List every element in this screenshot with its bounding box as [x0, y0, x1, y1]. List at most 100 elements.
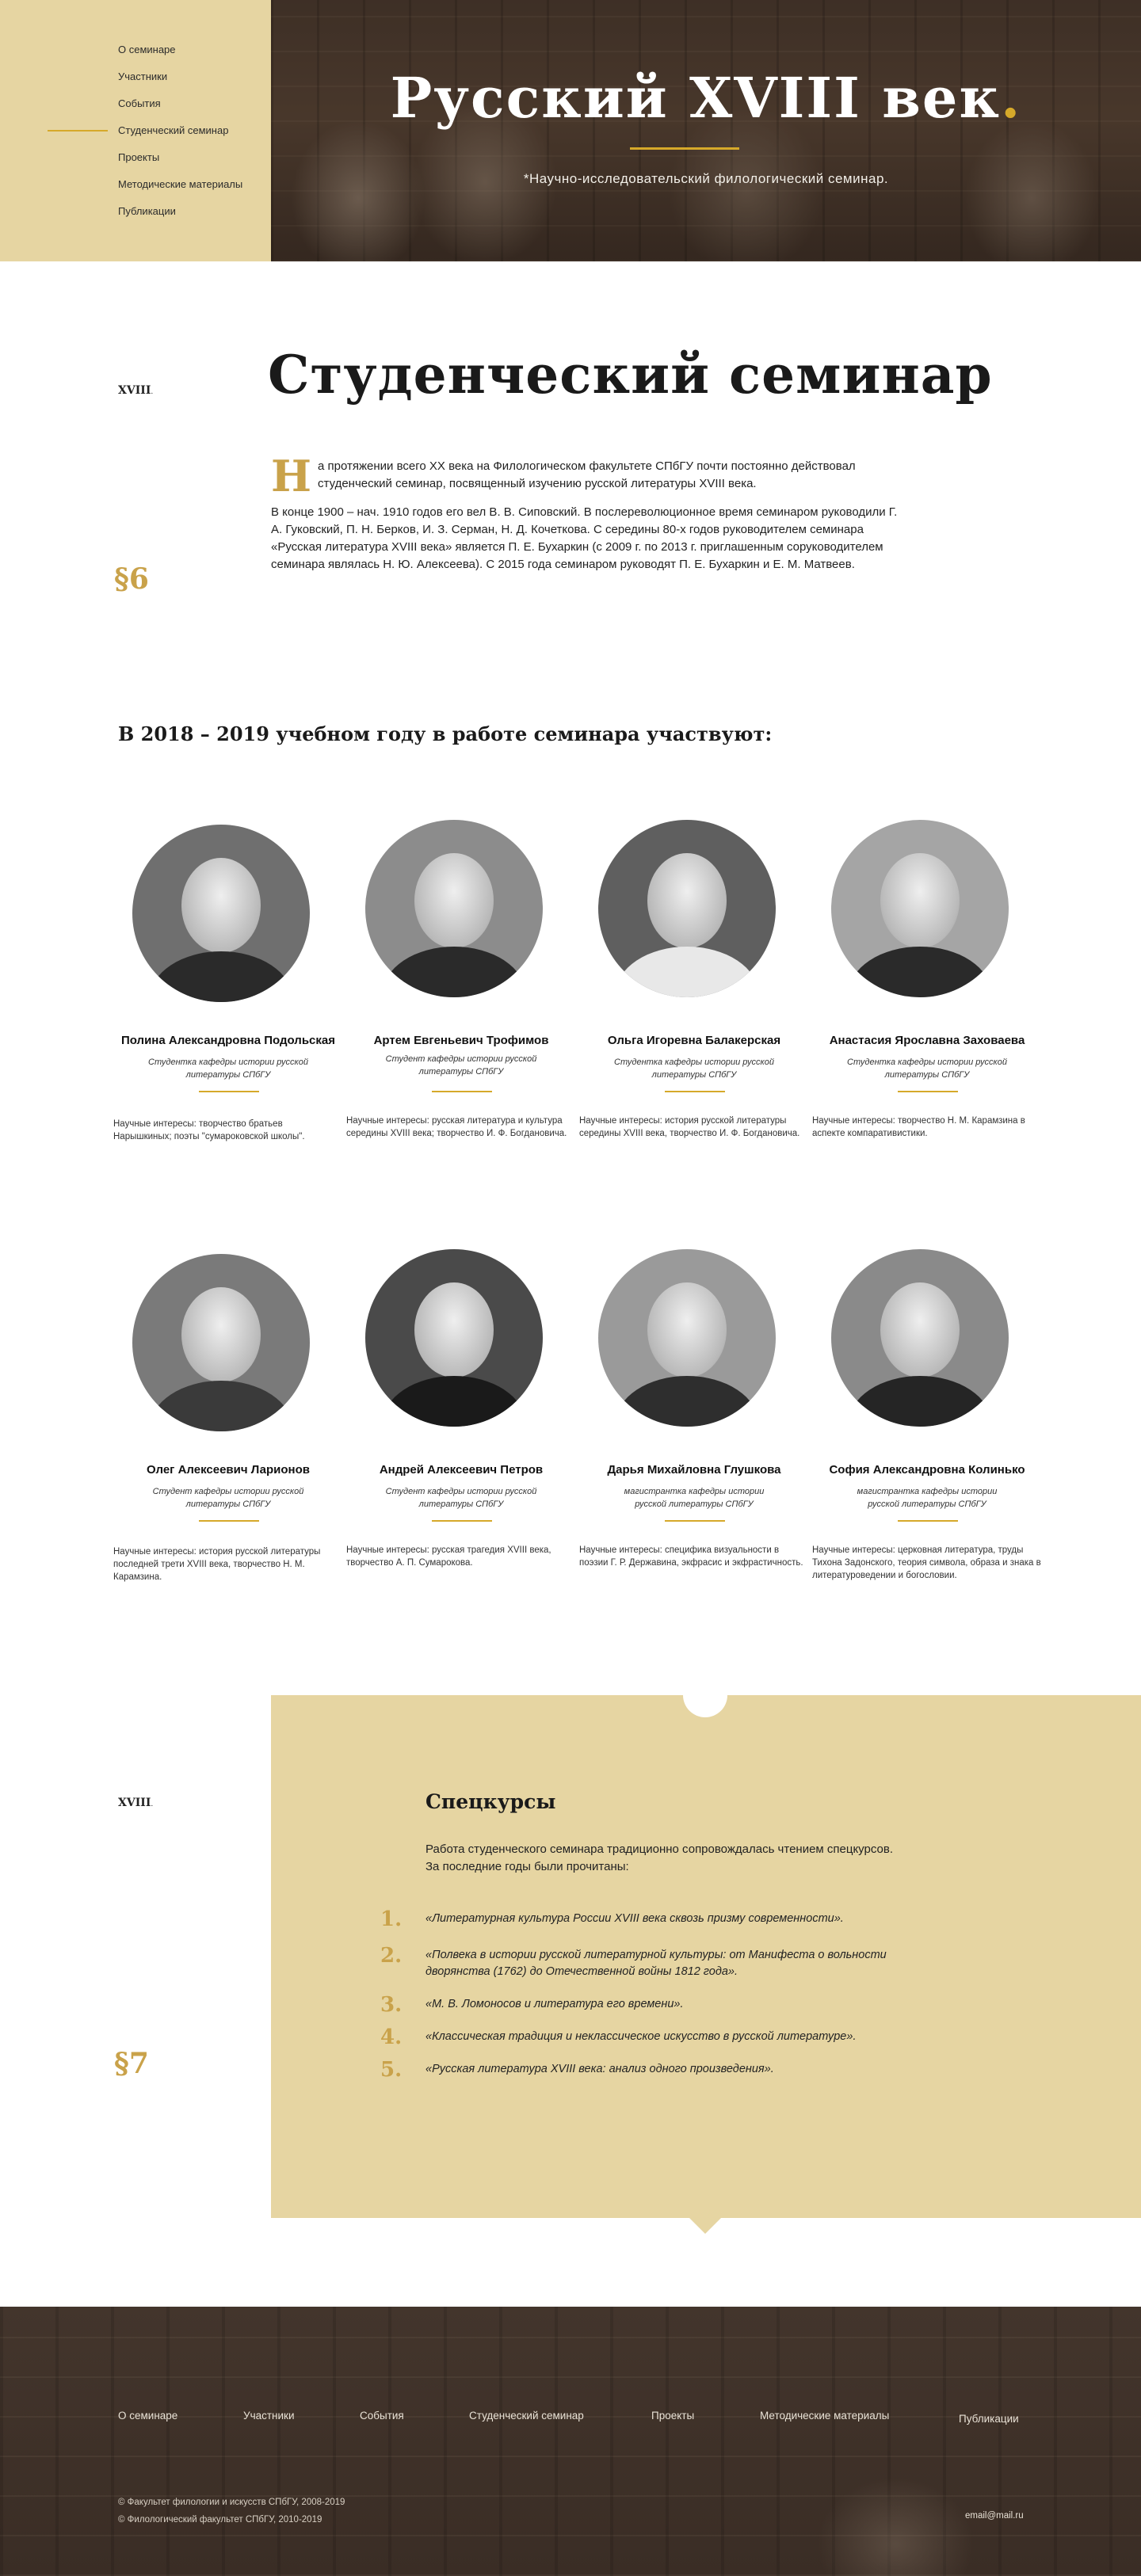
nav-item-publications[interactable]: Публикации: [0, 204, 271, 231]
century-label-text: XVIII: [118, 1797, 151, 1809]
person-divider: [432, 1520, 492, 1522]
person-photo: [831, 1249, 1009, 1427]
course-title: «Русская литература XVIII века: анализ о…: [425, 2063, 774, 2075]
course-number: 2.: [380, 1944, 403, 1968]
footer-link-student-seminar[interactable]: Студенческий семинар: [469, 2410, 584, 2422]
person-photo: [132, 825, 310, 1002]
person-divider: [199, 1091, 259, 1092]
special-courses-intro-line-1: Работа студенческого семинара традиционн…: [425, 1842, 894, 1856]
dropcap: Н: [271, 451, 312, 501]
person-interests: Научные интересы: творчество Н. М. Карам…: [812, 1116, 1025, 1138]
course-item: 2. «Полвека в истории русской литературн…: [380, 1944, 1014, 1979]
person-name: Олег Алексеевич Ларионов: [147, 1463, 310, 1477]
footer-link-projects[interactable]: Проекты: [651, 2410, 694, 2422]
person-divider: [898, 1091, 958, 1092]
person-name: Артем Евгеньевич Трофимов: [373, 1034, 549, 1047]
photo-body: [849, 947, 991, 997]
section-century-label: XVIII.: [118, 384, 153, 397]
footer-link-participants[interactable]: Участники: [243, 2410, 295, 2422]
section-number: §7: [114, 2047, 149, 2080]
special-courses-intro: Работа студенческого семинара традиционн…: [425, 1841, 996, 1876]
person-divider: [432, 1091, 492, 1092]
person-name: Дарья Михайловна Глушкова: [607, 1463, 781, 1477]
photo-body: [150, 1381, 292, 1431]
person-photo: [831, 820, 1009, 997]
person-name: Анастасия Ярославна Заховаева: [829, 1034, 1025, 1047]
nav-item-about[interactable]: О семинаре: [0, 43, 271, 70]
course-title: «М. В. Ломоносов и литература его времен…: [425, 1998, 684, 2010]
course-item: 5. «Русская литература XVIII века: анали…: [380, 2058, 1014, 2093]
nav-item-events[interactable]: События: [0, 97, 271, 124]
site-title-text: Русский XVIII век: [390, 65, 1002, 131]
course-number: 1.: [380, 1907, 403, 1931]
person-divider: [665, 1091, 725, 1092]
person-photo: [365, 1249, 543, 1427]
photo-face: [414, 853, 494, 948]
intro-paragraph-1-text: а протяжении всего XX века на Филологиче…: [318, 459, 856, 490]
panel-notch-bottom: [689, 2218, 721, 2234]
person-photo: [598, 820, 776, 997]
photo-face: [647, 1282, 727, 1378]
copyright-line-1: © Факультет филологии и искусств СПбГУ, …: [118, 2498, 345, 2507]
photo-body: [383, 947, 525, 997]
person-interests: Научные интересы: специфика визуальности…: [579, 1545, 803, 1568]
person-interests: Научные интересы: история русской литера…: [113, 1547, 321, 1582]
person-photo: [598, 1249, 776, 1427]
footer-nav: О семинаре Участники События Студенчески…: [0, 2410, 1141, 2433]
person-divider: [898, 1520, 958, 1522]
person-role: Студент кафедры истории русской литерату…: [385, 1487, 537, 1509]
course-number: 3.: [380, 1993, 403, 2017]
century-label-dot: .: [151, 1801, 154, 1808]
hero-background-photo: [271, 0, 1141, 261]
copyright-line-2: © Филологический факультет СПбГУ, 2010-2…: [118, 2515, 322, 2525]
nav-item-student-seminar[interactable]: Студенческий семинар: [0, 124, 271, 151]
person-role: магистрантка кафедры истории русской лит…: [857, 1487, 998, 1509]
footer-link-methodical-materials[interactable]: Методические материалы: [760, 2410, 889, 2422]
person-name: Андрей Алексеевич Петров: [379, 1463, 544, 1477]
photo-face: [181, 1287, 261, 1382]
hero-header: О семинаре Участники События Студенчески…: [0, 0, 1141, 261]
course-title: «Литературная культура России XVIII века…: [425, 1912, 844, 1925]
photo-body: [383, 1376, 525, 1427]
person-divider: [199, 1520, 259, 1522]
photo-face: [880, 853, 960, 948]
person-name: Полина Александровна Подольская: [120, 1034, 336, 1047]
century-label-dot: .: [151, 388, 154, 396]
site-title-dot: .: [1001, 65, 1022, 131]
person-photo: [132, 1254, 310, 1431]
side-nav: О семинаре Участники События Студенчески…: [0, 43, 271, 231]
course-title: «Полвека в истории русской литературной …: [425, 1949, 887, 1978]
footer-link-about[interactable]: О семинаре: [118, 2410, 177, 2422]
person-interests: Научные интересы: творчество братьев Нар…: [113, 1119, 305, 1141]
site-title: Русский XVIII век.: [271, 65, 1141, 131]
nav-item-participants[interactable]: Участники: [0, 70, 271, 97]
section-number: §6: [114, 562, 149, 596]
person-name: София Александровна Колинько: [829, 1463, 1025, 1477]
section-century-label: XVIII.: [118, 1797, 153, 1809]
course-number: 5.: [380, 2058, 403, 2082]
person-divider: [665, 1520, 725, 1522]
photo-body: [616, 947, 758, 997]
page: О семинаре Участники События Студенчески…: [0, 0, 1141, 2576]
nav-item-methodical-materials[interactable]: Методические материалы: [0, 177, 271, 204]
course-number: 4.: [380, 2025, 403, 2049]
photo-body: [150, 951, 292, 1002]
course-item: 4. «Классическая традиция и неклассическ…: [380, 2025, 1014, 2060]
footer-link-events[interactable]: События: [360, 2410, 404, 2422]
nav-item-projects[interactable]: Проекты: [0, 151, 271, 177]
person-interests: Научные интересы: русская литература и к…: [346, 1116, 567, 1138]
course-item: 1. «Литературная культура России XVIII в…: [380, 1907, 1014, 1942]
photo-body: [849, 1376, 991, 1427]
special-courses-intro-line-2: За последние годы были прочитаны:: [425, 1860, 629, 1873]
intro-paragraph-1: На протяжении всего XX века на Филологич…: [271, 451, 905, 501]
person-photo: [365, 820, 543, 997]
footer-copyright: © Факультет филологии и искусств СПбГУ, …: [118, 2494, 345, 2528]
person-role: Студент кафедры истории русской литерату…: [385, 1054, 537, 1077]
person-interests: Научные интересы: церковная литература, …: [812, 1545, 1041, 1580]
seminar-intro: На протяжении всего XX века на Филологич…: [271, 451, 905, 585]
participants-heading: В 2018 – 2019 учебном году в работе семи…: [118, 722, 773, 745]
footer-email-link[interactable]: email@mail.ru: [965, 2511, 1024, 2521]
site-subtitle: *Научно-исследовательский филологический…: [523, 171, 889, 186]
footer-link-publications[interactable]: Публикации: [959, 2413, 1019, 2425]
person-role: магистрантка кафедры истории русской лит…: [624, 1487, 765, 1509]
